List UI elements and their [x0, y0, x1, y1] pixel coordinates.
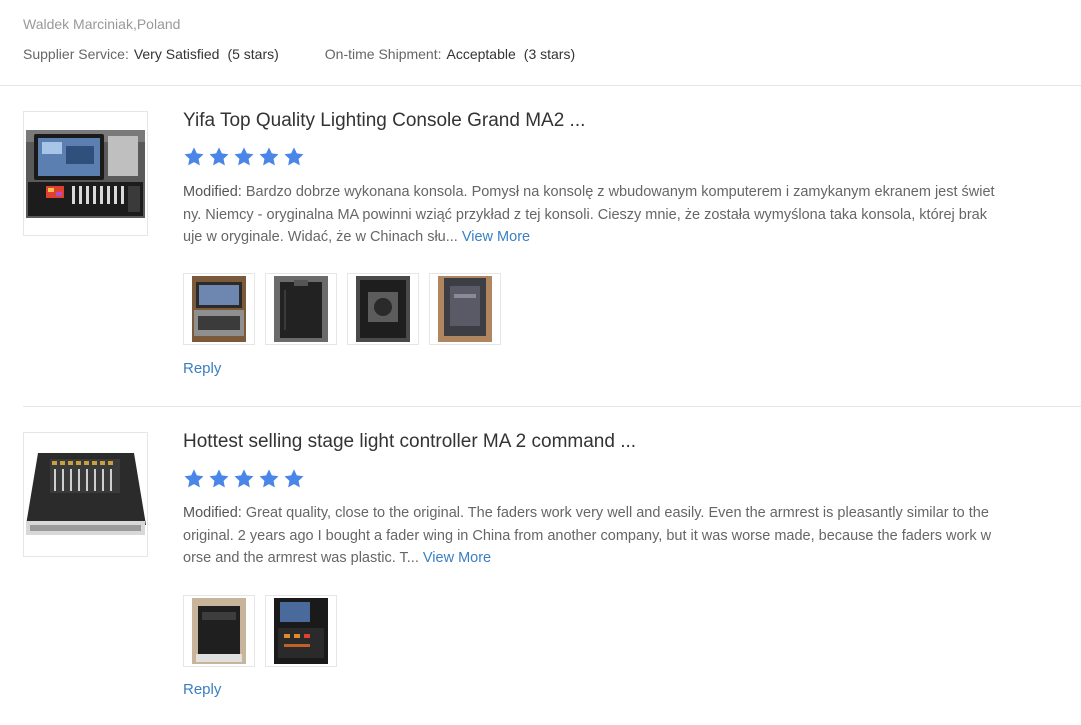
- view-more-link[interactable]: View More: [423, 550, 491, 566]
- product-title-link[interactable]: Hottest selling stage light controller M…: [183, 431, 636, 453]
- product-thumbnail[interactable]: [23, 432, 148, 557]
- boxed-wing-photo-image: [192, 598, 246, 664]
- review-text: Modified: Great quality, close to the or…: [183, 502, 995, 570]
- command-wing-image: [24, 433, 147, 556]
- star-icon: [283, 468, 305, 490]
- review-photo-thumbnail[interactable]: [183, 595, 255, 667]
- star-icon: [208, 468, 230, 490]
- review-photos: [183, 595, 347, 667]
- reply-link[interactable]: Reply: [183, 681, 221, 698]
- star-icon: [233, 468, 255, 490]
- review-item: Hottest selling stage light controller M…: [0, 0, 1081, 725]
- modified-label: Modified:: [183, 505, 242, 521]
- review-photo-thumbnail[interactable]: [265, 595, 337, 667]
- star-icon: [258, 468, 280, 490]
- review-star-rating: [183, 468, 308, 490]
- star-icon: [183, 468, 205, 490]
- lit-console-photo-image: [274, 598, 328, 664]
- review-body: Great quality, close to the original. Th…: [183, 505, 992, 566]
